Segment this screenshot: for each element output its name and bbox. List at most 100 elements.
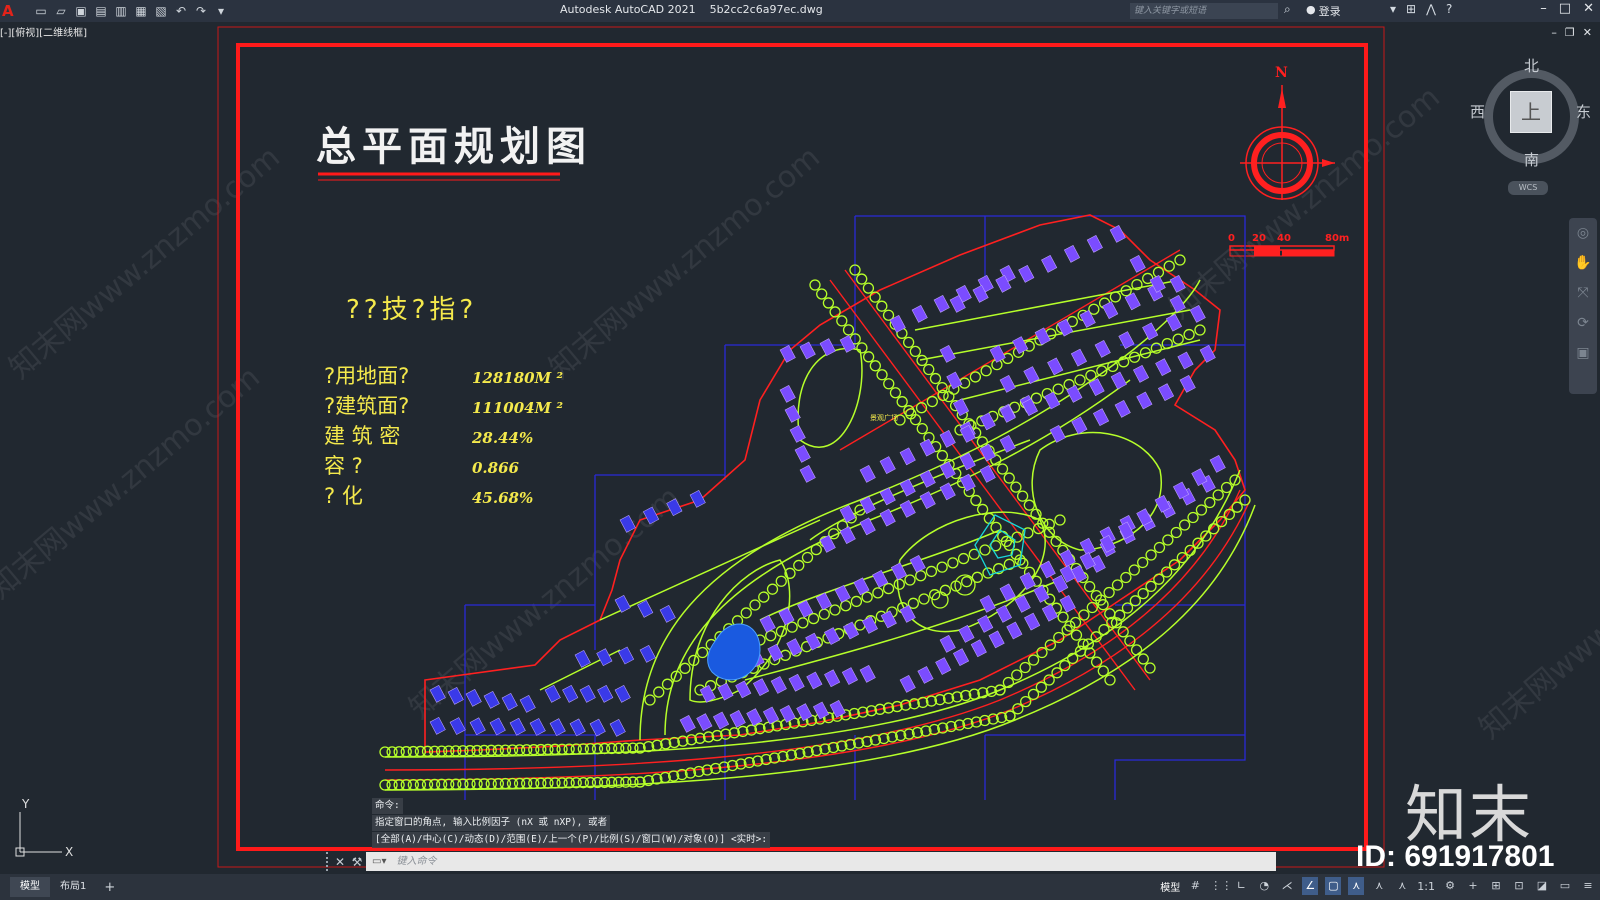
plot-icon[interactable]: ▦ [134,4,148,18]
tree-symbol [1019,661,1031,674]
command-history-line: 指定窗口的角点, 输入比例因子 (nX 或 nXP), 或者 [372,815,611,831]
save-as-icon[interactable]: ▤ [94,4,108,18]
new-file-icon[interactable]: ▭ [34,4,48,18]
building [859,517,876,536]
minimize-icon[interactable]: – [1540,1,1547,16]
viewcube-east[interactable]: 东 [1576,101,1591,122]
building [1018,264,1035,283]
orbit-icon[interactable]: ⟳ [1569,308,1597,338]
tree-symbol [1097,665,1109,677]
building [788,673,805,692]
viewcube-top-face[interactable]: 上 [1510,91,1552,133]
dropdown-icon[interactable]: ▾ [1390,2,1396,16]
watermark-text: 知末网www.znzmo.com [1473,500,1600,746]
building [977,614,994,633]
ortho-icon[interactable]: ∟ [1233,877,1249,895]
steering-wheel-icon[interactable]: ◎ [1569,218,1597,248]
showmotion-icon[interactable]: ▣ [1569,338,1597,368]
tree-symbol [893,578,905,590]
recent-commands-icon[interactable]: ▭▾ [372,852,386,871]
help-icon[interactable]: ? [1446,2,1452,16]
indicators-table: ?用地面? 128180M ² ?建筑面? 111004M ² 建 筑 密 28.44% 容… [324,364,563,508]
tree-symbol [982,567,994,579]
object-snap-icon[interactable]: ▢ [1325,877,1342,895]
drawing-canvas[interactable]: 知末网www.znzmo.com 知末网www.znzmo.com 知末网www… [0,22,1600,868]
tree-symbol [818,608,830,620]
tree-symbol [904,574,916,586]
command-input[interactable]: ▭▾ 键入命令 [366,852,1276,871]
snap-icon[interactable]: ⋮⋮ [1210,877,1232,895]
ucs-x-label: X [65,845,73,859]
sign-in-button[interactable]: ● 登录 [1306,3,1341,19]
open-file-icon[interactable]: ▱ [54,4,68,18]
viewcube-north[interactable]: 北 [1524,55,1539,76]
indicator-value: 28.44% [471,429,533,447]
tree-symbol [1161,337,1173,350]
annotation-monitor-icon[interactable]: + [1465,877,1481,895]
cart-icon[interactable]: ⊞ [1406,2,1416,16]
redo-icon[interactable]: ↷ [194,4,208,18]
auto-scale-icon[interactable]: ⋏ [1371,877,1387,895]
tree-symbol [1163,260,1175,272]
units-icon[interactable]: ⊞ [1488,877,1504,895]
annotation-scale-icon[interactable]: ⋏ [1394,877,1410,895]
viewcube-south[interactable]: 南 [1524,149,1539,170]
search-input[interactable]: 键入关键字或短语 [1130,3,1278,19]
building [1118,331,1135,349]
customization-icon[interactable]: ≡ [1580,877,1596,895]
object-snap-tracking-icon[interactable]: ∠ [1302,877,1319,895]
tree-symbol [644,694,656,706]
maximize-icon[interactable]: □ [1559,1,1571,16]
quick-properties-icon[interactable]: ⊡ [1511,877,1527,895]
save-icon[interactable]: ▣ [74,4,88,18]
building [880,610,897,629]
tree-symbol [1084,580,1096,593]
autodesk-app-icon[interactable]: ⋀ [1426,2,1436,16]
viewport-controls[interactable]: [-][俯视][二维线框] [0,24,87,39]
tree-symbol [1104,674,1116,686]
building [939,634,956,653]
annotation-scale-value[interactable]: 1:1 [1417,880,1435,893]
viewcube[interactable]: 北 南 西 东 上 [1470,55,1591,170]
building [574,649,591,668]
polar-icon[interactable]: ◔ [1256,877,1272,895]
customize-toolbar-icon[interactable]: ▾ [214,4,228,18]
wcs-menu[interactable]: WCS [1508,181,1548,195]
close-command-icon[interactable]: ✕ [332,855,348,869]
customize-command-icon[interactable]: ⚒ [348,855,366,869]
tree-symbol [1137,556,1149,569]
pan-icon[interactable]: ✋ [1569,248,1597,278]
doc-minimize-icon[interactable]: – [1551,26,1557,39]
close-icon[interactable]: ✕ [1583,1,1594,16]
tab-model[interactable]: 模型 [10,877,50,897]
indicator-label: ?建筑面? [324,394,409,418]
annotation-visibility-icon[interactable]: ⋏ [1348,877,1365,895]
watermark-id: ID: 691917801 [1356,840,1555,873]
building [824,669,841,688]
workspace-gear-icon[interactable]: ⚙ [1442,877,1458,895]
print-icon[interactable]: ▧ [154,4,168,18]
isodraft-icon[interactable]: ⋌ [1279,877,1295,895]
tree-symbol [923,363,935,376]
tree-symbol [1153,541,1166,554]
building [1049,424,1066,443]
tab-layout1[interactable]: 布局1 [50,877,96,897]
search-icon[interactable]: ⌕ [1284,2,1300,18]
building [1012,336,1029,354]
doc-restore-icon[interactable]: ❐ [1565,26,1575,39]
add-layout-button[interactable]: + [96,880,123,895]
tree-symbol [1078,609,1090,621]
scale-label-40: 40 [1277,233,1291,244]
tree-symbol [961,576,973,588]
undo-icon[interactable]: ↶ [174,4,188,18]
building [794,444,811,463]
publish-icon[interactable]: ▥ [114,4,128,18]
clean-screen-icon[interactable]: ▭ [1557,877,1573,895]
viewcube-west[interactable]: 西 [1470,101,1485,122]
model-space-toggle[interactable]: 模型 [1160,879,1180,894]
doc-close-icon[interactable]: ✕ [1583,26,1592,39]
isolate-objects-icon[interactable]: ◪ [1534,877,1550,895]
grid-icon[interactable]: # [1187,877,1203,895]
autocad-logo-icon[interactable]: A [2,2,20,20]
zoom-extents-icon[interactable]: ⤧ [1569,278,1597,308]
